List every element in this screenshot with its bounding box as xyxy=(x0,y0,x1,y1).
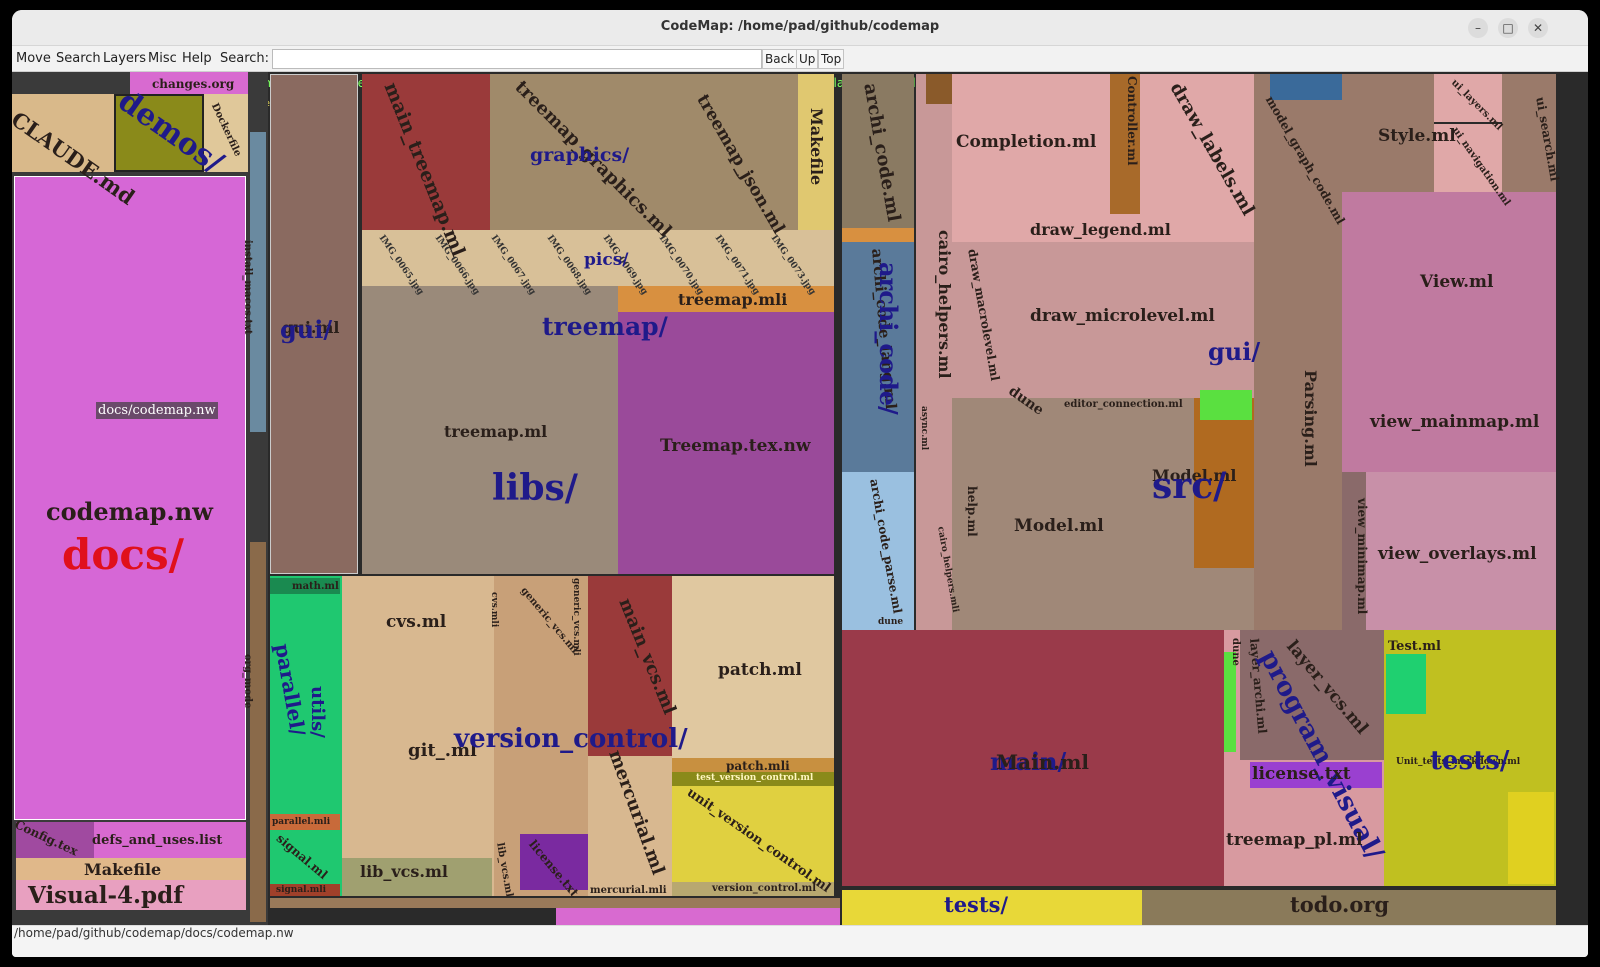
view-mainmap-label: view_mainmap.ml xyxy=(1370,412,1540,432)
dune-archi-label: dune xyxy=(878,617,904,627)
up-button[interactable]: Up xyxy=(796,49,819,69)
cvs-mli-label: cvs.mli xyxy=(489,592,499,628)
tests-yellow-block[interactable] xyxy=(1508,792,1554,884)
cvs-ml-label: cvs.ml xyxy=(386,612,447,632)
menu-help[interactable]: Help xyxy=(182,51,212,66)
view-overlays-label: view_overlays.ml xyxy=(1378,544,1537,564)
gui-src-dir-label: gui/ xyxy=(1208,337,1261,366)
tests-bottom-dir-label: tests/ xyxy=(944,892,1009,917)
model-big-label: Model.ml xyxy=(1014,516,1104,536)
install-macos-label: install_macos.txt xyxy=(242,240,253,335)
view-ml-label: View.ml xyxy=(1420,272,1494,292)
patch-mli-label: patch.mli xyxy=(726,759,790,773)
archi-sep-rect[interactable] xyxy=(842,228,914,242)
lib-vcs-label: lib_vcs.ml xyxy=(360,862,448,881)
org-mode-label: org_mode xyxy=(242,654,253,709)
patch-ml-label: patch.ml xyxy=(718,660,802,680)
menu-search[interactable]: Search xyxy=(56,51,101,66)
close-button[interactable]: ✕ xyxy=(1528,18,1548,38)
treemap-pl-label: treemap_pl.ml xyxy=(1226,830,1363,850)
license-txt-label: license.txt xyxy=(1252,764,1351,784)
completion-label: Completion.ml xyxy=(956,132,1097,152)
window-title: CodeMap: /home/pad/github/codemap xyxy=(660,19,940,34)
status-path: /home/pad/github/codemap/docs/codemap.nw xyxy=(14,926,294,940)
visual-pdf-label: Visual-4.pdf xyxy=(28,882,184,909)
treemap-tex-label: Treemap.tex.nw xyxy=(660,436,811,456)
parsing-ml-label: Parsing.ml xyxy=(1301,370,1320,467)
cairo-top-rect[interactable] xyxy=(926,74,952,104)
controller-label: Controller.ml xyxy=(1125,76,1139,166)
draw-microlevel-label: draw_microlevel.ml xyxy=(1030,306,1215,326)
defs-uses-label: defs_and_uses.list xyxy=(92,833,223,848)
minimize-button[interactable]: – xyxy=(1468,18,1488,38)
parallel-mli-label: parallel.mli xyxy=(272,817,331,827)
cairo-helpers-label: cairo_helpers.ml xyxy=(935,230,954,379)
makefile-libs-label: Makefile xyxy=(807,108,826,186)
test-vc-label: test_version_control.ml xyxy=(696,773,814,783)
status-bar: /home/pad/github/codemap/docs/codemap.nw xyxy=(12,925,1588,957)
version-control-dir-label: version_control/ xyxy=(454,724,688,754)
program-green-strip[interactable] xyxy=(1224,652,1236,752)
main-ml-label: Main.ml xyxy=(996,750,1089,774)
top-button[interactable]: Top xyxy=(818,49,845,69)
archi-code-dir-label: archi_code/ xyxy=(874,262,903,415)
org-mode-rect[interactable] xyxy=(250,542,266,922)
style-ml-label: Style.ml xyxy=(1378,126,1456,146)
src-dir-label: src/ xyxy=(1152,465,1227,507)
dune-program-label: dune xyxy=(1230,638,1241,666)
async-ml-label: async.ml xyxy=(919,406,929,451)
treemap-dir-label: treemap/ xyxy=(542,312,668,341)
treemap-canvas[interactable]: CLAUDE.md demos/ changes.org Dockerfile … xyxy=(12,72,1588,925)
codemap-window: CodeMap: /home/pad/github/codemap – □ ✕ … xyxy=(12,10,1588,957)
libs-bottom-strip[interactable] xyxy=(270,898,840,908)
search-input[interactable] xyxy=(272,49,762,69)
treemap-mli-label: treemap.mli xyxy=(678,290,788,309)
math-ml-label: math.ml xyxy=(292,581,339,592)
treemap-ml-label: treemap.ml xyxy=(444,422,548,441)
menu-move[interactable]: Move xyxy=(16,51,51,66)
search-label: Search: xyxy=(220,51,270,66)
menu-bar: Move Search Layers Misc Help Search: Bac… xyxy=(12,46,1588,72)
view-minimap-label: view_minimap.ml xyxy=(1355,498,1369,615)
menu-layers[interactable]: Layers xyxy=(103,51,146,66)
test-ml-label: Test.ml xyxy=(1388,639,1441,654)
gui-top-dir-label: gui/ xyxy=(280,315,333,344)
generic-vcs-mli-label: generic_vcs.mli xyxy=(571,578,581,656)
blue-top-block[interactable] xyxy=(1270,74,1342,100)
maximize-button[interactable]: □ xyxy=(1498,18,1518,38)
draw-legend-label: draw_legend.ml xyxy=(1030,220,1171,239)
version-control-ml-label: version_control.ml xyxy=(712,883,817,894)
green-block[interactable] xyxy=(1200,390,1252,420)
libs-bottom-pink[interactable] xyxy=(556,908,840,925)
graphics-dir-label: graphics/ xyxy=(530,144,630,166)
makefile-docs-label: Makefile xyxy=(84,860,162,879)
todo-org-label: todo.org xyxy=(1290,892,1390,917)
signal-mli-label: signal.mli xyxy=(276,885,327,895)
back-button[interactable]: Back xyxy=(762,49,798,69)
help-ml-label: help.ml xyxy=(965,486,979,537)
docs-codemap-nw-tooltip: docs/codemap.nw xyxy=(96,402,218,419)
editor-connection-label: editor_connection.ml xyxy=(1064,399,1183,410)
tests-green-block[interactable] xyxy=(1386,654,1426,714)
codemap-nw-label: codemap.nw xyxy=(46,497,213,526)
changes-org-label: changes.org xyxy=(152,77,235,91)
title-bar[interactable]: CodeMap: /home/pad/github/codemap – □ ✕ xyxy=(12,10,1588,46)
utils-dir-label: utils/ xyxy=(307,686,328,738)
libs-dir-label: libs/ xyxy=(492,467,578,509)
tests-src-dir-label: tests/ xyxy=(1430,746,1510,776)
docs-dir-label: docs/ xyxy=(62,530,184,579)
pics-dir-label: pics/ xyxy=(584,250,629,270)
mercurial-mli-label: mercurial.mli xyxy=(590,885,667,896)
menu-misc[interactable]: Misc xyxy=(148,51,177,66)
